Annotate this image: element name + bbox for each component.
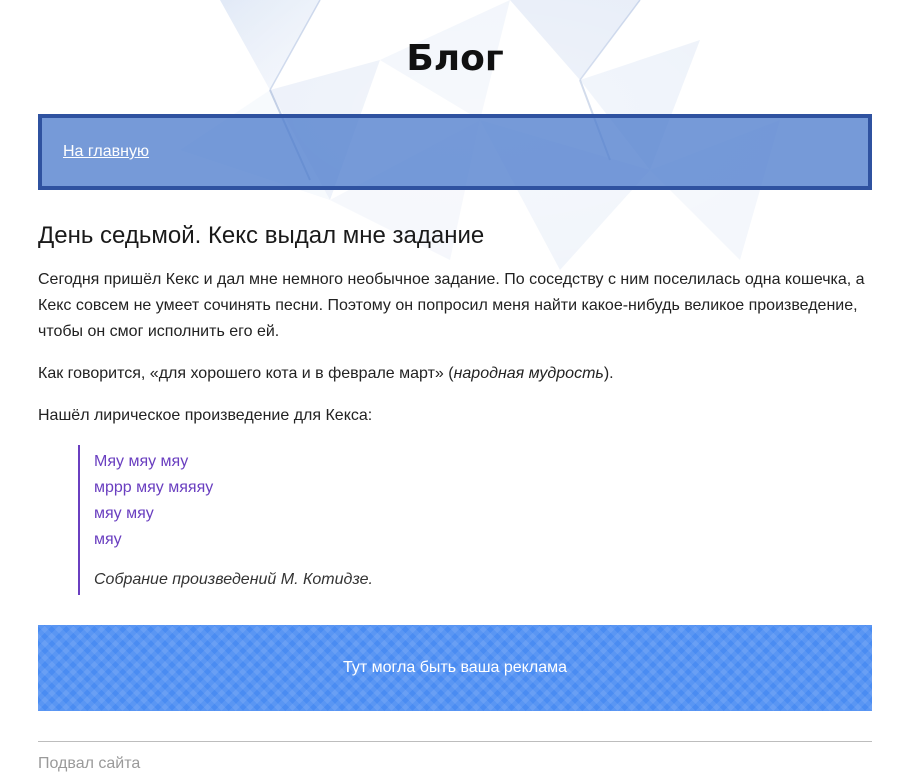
quote-close: ). <box>603 365 614 382</box>
poem-intro: Нашёл лирическое произведение для Кекса: <box>38 407 373 424</box>
page: Блог На главную День седьмой. Кекс выдал… <box>38 0 872 773</box>
poem-line: мяу <box>94 531 122 548</box>
poem-line: Мяу мяу мяу <box>94 453 189 470</box>
quote-source: народная мудрость <box>453 365 604 382</box>
nav-bar: На главную <box>38 114 872 190</box>
footer-divider <box>38 741 872 742</box>
quote-text: Как говорится, «для хорошего кота и в фе… <box>38 365 454 382</box>
poem-blockquote: Мяу мяу мяу мррр мяу мяяяу мяу мяу мяу С… <box>78 445 872 595</box>
footer-text: Подвал сайта <box>38 755 141 772</box>
site-title: Блог <box>406 38 504 79</box>
post-title: День седьмой. Кекс выдал мне задание <box>38 222 485 249</box>
ad-banner[interactable]: Тут могла быть ваша реклама <box>38 625 872 711</box>
home-link[interactable]: На главную <box>63 143 149 160</box>
poem-citation: Собрание произведений М. Котидзе. <box>94 571 373 588</box>
quote-paragraph: Как говорится, «для хорошего кота и в фе… <box>38 361 872 387</box>
ad-text: Тут могла быть ваша реклама <box>343 659 567 676</box>
poem-line: мррр мяу мяяяу <box>94 479 214 496</box>
post-paragraph: Сегодня пришёл Кекс и дал мне немного не… <box>38 271 865 340</box>
poem-line: мяу мяу <box>94 505 154 522</box>
